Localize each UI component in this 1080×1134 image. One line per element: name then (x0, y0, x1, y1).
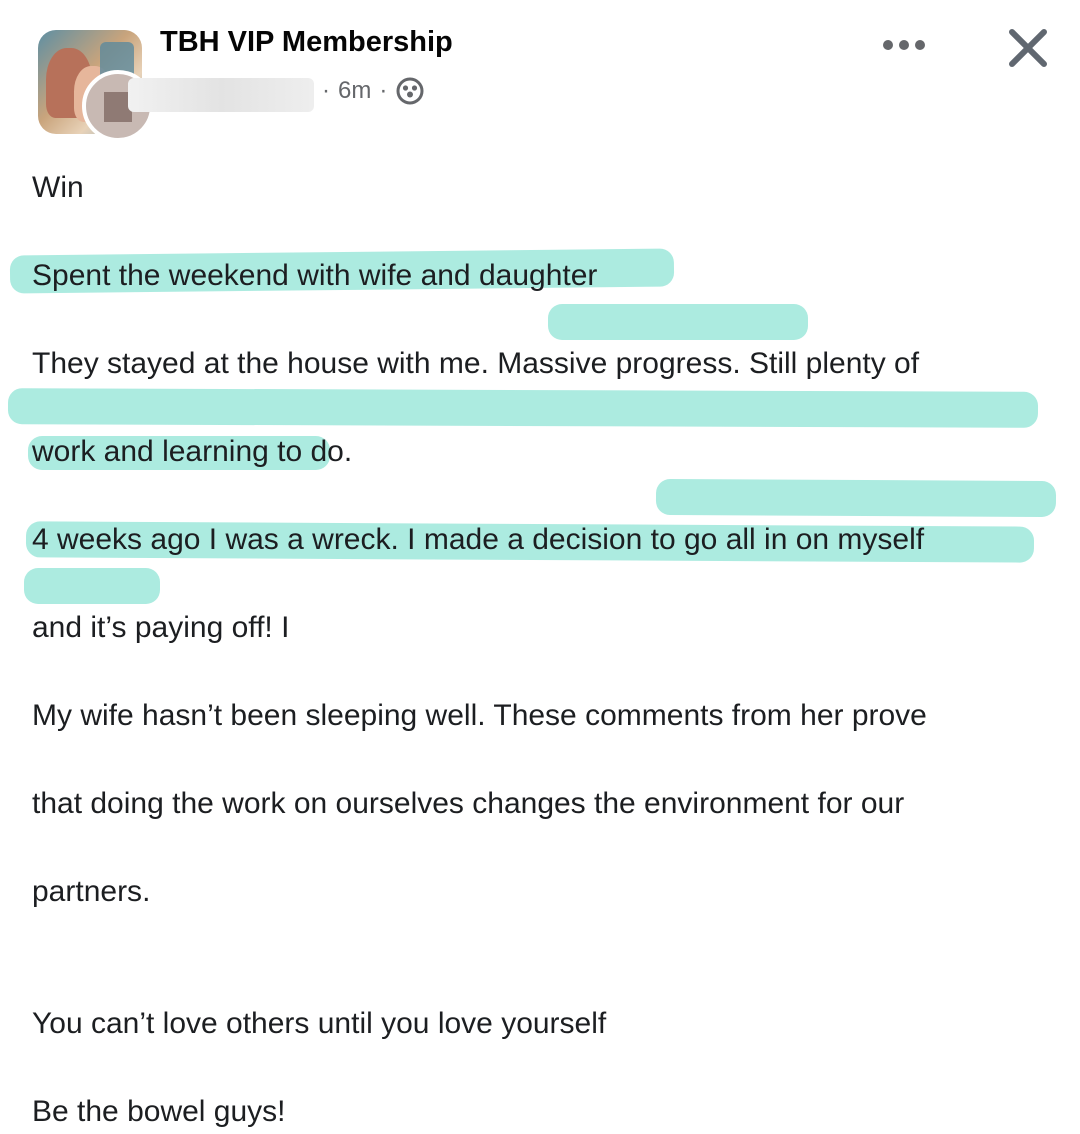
meta-separator: · (322, 77, 330, 104)
post-text-highlighted: partners (32, 875, 143, 908)
post-text-highlighted: comments from her prove (585, 699, 927, 732)
author-name-redacted (128, 78, 314, 112)
highlight-mark (655, 478, 1057, 518)
close-icon (1009, 29, 1047, 67)
group-name-link[interactable]: TBH VIP Membership (160, 26, 453, 59)
post-line: You can’t love others until you love you… (32, 1007, 607, 1040)
post-timestamp[interactable]: 6m (338, 77, 371, 105)
highlight-mark (7, 388, 1039, 428)
more-horizontal-icon (883, 40, 925, 50)
post-text: . Still plenty of (732, 347, 920, 380)
more-options-button[interactable] (876, 28, 932, 62)
post-text: They stayed at the house with me. (32, 347, 498, 380)
post-title: Win (32, 171, 84, 204)
post-line: that doing the work on ourselves changes… (32, 787, 905, 820)
post-line: partners. (32, 870, 1062, 914)
close-button[interactable] (998, 18, 1058, 78)
post-text: My wife hasn’t been sleeping well. These (32, 699, 586, 732)
post-line: Be the bowel guys! (32, 1095, 286, 1128)
post-line: and it’s paying off! I (32, 611, 290, 644)
post-line: My wife hasn’t been sleeping well. These… (32, 694, 1062, 738)
post-text-highlighted: Massive progress (497, 347, 733, 380)
post-line: They stayed at the house with me. Massiv… (32, 342, 1062, 386)
post-line: work and learning to do. (32, 435, 353, 468)
post-text: . (142, 875, 151, 908)
post-body: Win Spent the weekend with wife and daug… (7, 164, 1062, 1128)
post-line: 4 weeks ago I was a wreck. I made a deci… (32, 523, 925, 556)
post-header: TBH VIP Membership · 6m · (0, 0, 1080, 150)
highlight-mark (548, 304, 808, 340)
meta-separator: · (379, 77, 388, 104)
highlight-mark (24, 568, 160, 604)
group-members-icon (395, 76, 425, 106)
post-line: Spent the weekend with wife and daughter (32, 259, 598, 292)
post-meta: · 6m · (322, 74, 425, 108)
